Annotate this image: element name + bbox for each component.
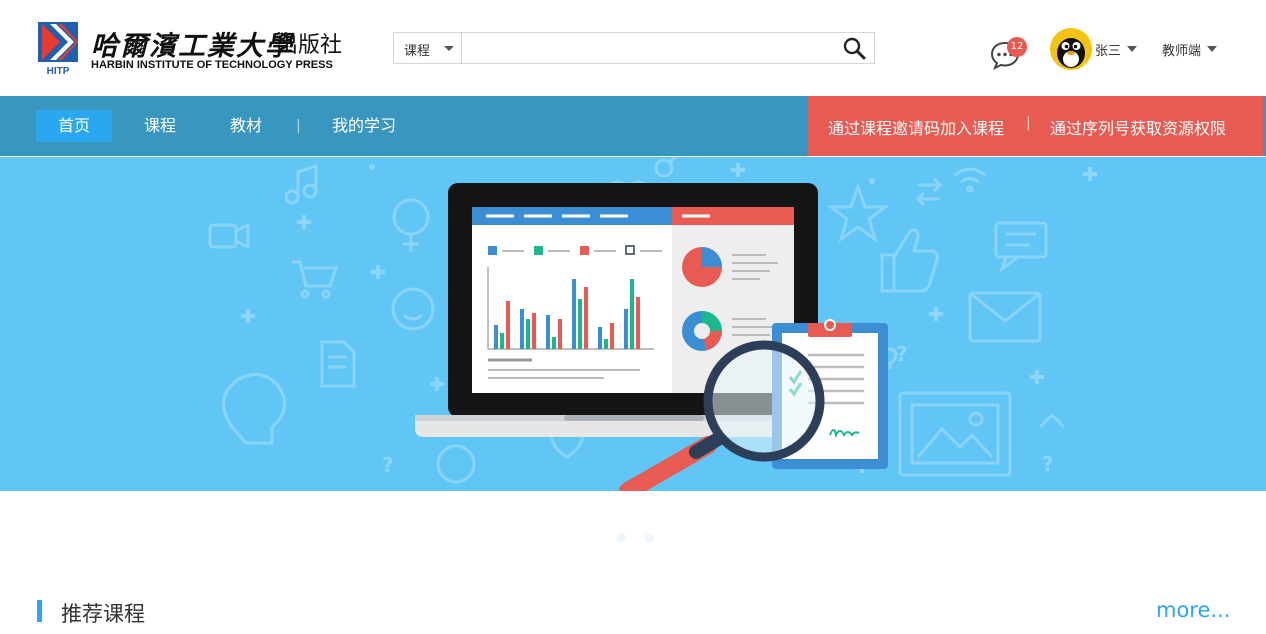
analytics-illustration: ? ? ? — [208, 157, 1097, 491]
chevron-down-icon — [1127, 45, 1138, 52]
main-nav: 首页 课程 教材 | 我的学习 通过课程邀请码加入课程 | 通过序列号获取资源权… — [0, 96, 1266, 156]
nav-item-textbooks[interactable]: 教材 — [216, 110, 276, 142]
more-link[interactable]: more... — [1156, 598, 1230, 622]
logo-abbr: HITP — [47, 66, 70, 76]
section-title: 推荐课程 — [61, 602, 145, 626]
svg-text:?: ? — [382, 453, 394, 477]
carousel-dot[interactable] — [616, 533, 626, 543]
nav-item-my-learning[interactable]: 我的学习 — [326, 110, 402, 142]
search-icon[interactable] — [842, 36, 868, 60]
carousel-dot[interactable] — [644, 533, 654, 543]
nav-access-panel: 通过课程邀请码加入课程 | 通过序列号获取资源权限 — [808, 96, 1263, 156]
role-switcher[interactable]: 教师端 — [1162, 40, 1218, 59]
user-menu[interactable]: 张三 — [1095, 40, 1138, 59]
nav-item-courses[interactable]: 课程 — [130, 110, 190, 142]
hitp-logo-icon: HITP — [38, 22, 78, 76]
logo-press-cn: 出版社 — [276, 33, 343, 58]
user-name: 张三 — [1095, 44, 1122, 59]
penguin-avatar-icon — [1050, 28, 1092, 70]
nav-divider: | — [296, 118, 301, 134]
nav-item-home[interactable]: 首页 — [36, 110, 112, 142]
section-accent-bar — [37, 600, 42, 622]
page: HITP 哈爾濱工業大學 出版社 HARBIN INSTITUTE OF TEC… — [0, 0, 1266, 634]
search-category-select[interactable]: 课程 — [394, 33, 462, 63]
chevron-down-icon — [444, 46, 454, 51]
message-count-badge: 12 — [1007, 37, 1027, 57]
hitp-logo[interactable]: HITP 哈爾濱工業大學 出版社 HARBIN INSTITUTE OF TEC… — [38, 22, 348, 76]
carousel-dots — [616, 533, 656, 545]
hero-banner[interactable]: ? ? ? — [0, 157, 1266, 491]
avatar[interactable] — [1050, 28, 1092, 70]
redeem-serial-link[interactable]: 通过序列号获取资源权限 — [1050, 115, 1226, 139]
search-category-label: 课程 — [404, 44, 431, 59]
nav-divider: | — [1026, 115, 1031, 131]
search-input[interactable] — [463, 33, 833, 63]
logo-name-cn: 哈爾濱工業大學 — [91, 31, 294, 62]
role-label: 教师端 — [1162, 44, 1202, 59]
header: HITP 哈爾濱工業大學 出版社 HARBIN INSTITUTE OF TEC… — [0, 0, 1266, 96]
chevron-down-icon — [1207, 45, 1218, 52]
svg-text:?: ? — [896, 342, 908, 366]
svg-text:?: ? — [1042, 452, 1054, 476]
logo-name-en: HARBIN INSTITUTE OF TECHNOLOGY PRESS — [91, 59, 333, 71]
search-bar: 课程 — [393, 32, 875, 64]
join-by-invite-code-link[interactable]: 通过课程邀请码加入课程 — [828, 115, 1004, 139]
